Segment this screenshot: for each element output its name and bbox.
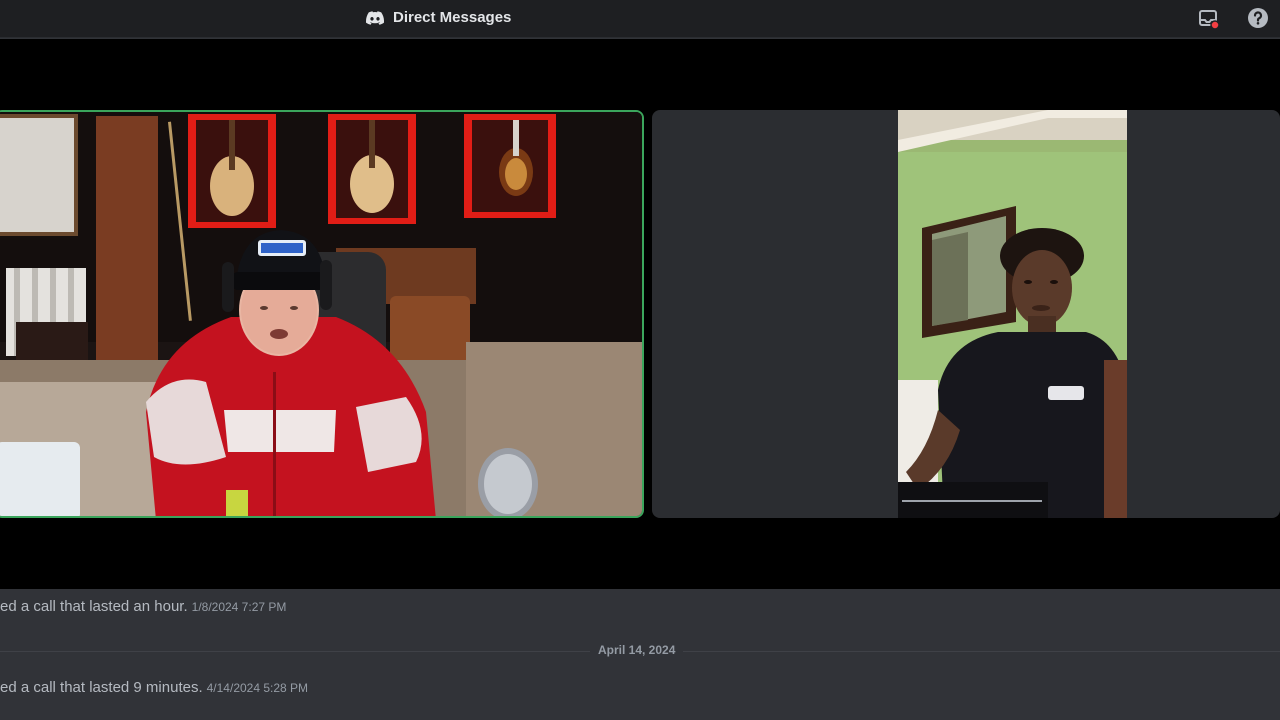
webcam-video-feed xyxy=(0,112,642,516)
date-divider-label: April 14, 2024 xyxy=(590,643,684,657)
page-title: Direct Messages xyxy=(393,9,512,26)
discord-logo-icon xyxy=(366,10,384,25)
participant-video-tile-speaking[interactable] xyxy=(0,110,644,518)
webcam-video-feed xyxy=(898,110,1127,518)
call-log-text: ed a call that lasted an hour. xyxy=(0,598,188,615)
message-timestamp: 1/8/2024 7:27 PM xyxy=(191,600,287,614)
participant-video-tile[interactable] xyxy=(652,110,1280,518)
inbox-icon[interactable] xyxy=(1198,8,1220,30)
call-log-text: ed a call that lasted 9 minutes. xyxy=(0,679,203,696)
chat-history: ed a call that lasted an hour. 1/8/2024 7… xyxy=(0,589,1280,720)
call-log-message: ed a call that lasted 9 minutes. 4/14/202… xyxy=(0,679,308,696)
title-group: Direct Messages xyxy=(366,9,511,26)
title-bar: Direct Messages xyxy=(0,0,1280,38)
voice-call-stage xyxy=(0,39,1280,589)
help-icon[interactable] xyxy=(1247,7,1269,29)
call-log-message: ed a call that lasted an hour. 1/8/2024 7… xyxy=(0,598,286,615)
message-timestamp: 4/14/2024 5:28 PM xyxy=(206,681,309,695)
